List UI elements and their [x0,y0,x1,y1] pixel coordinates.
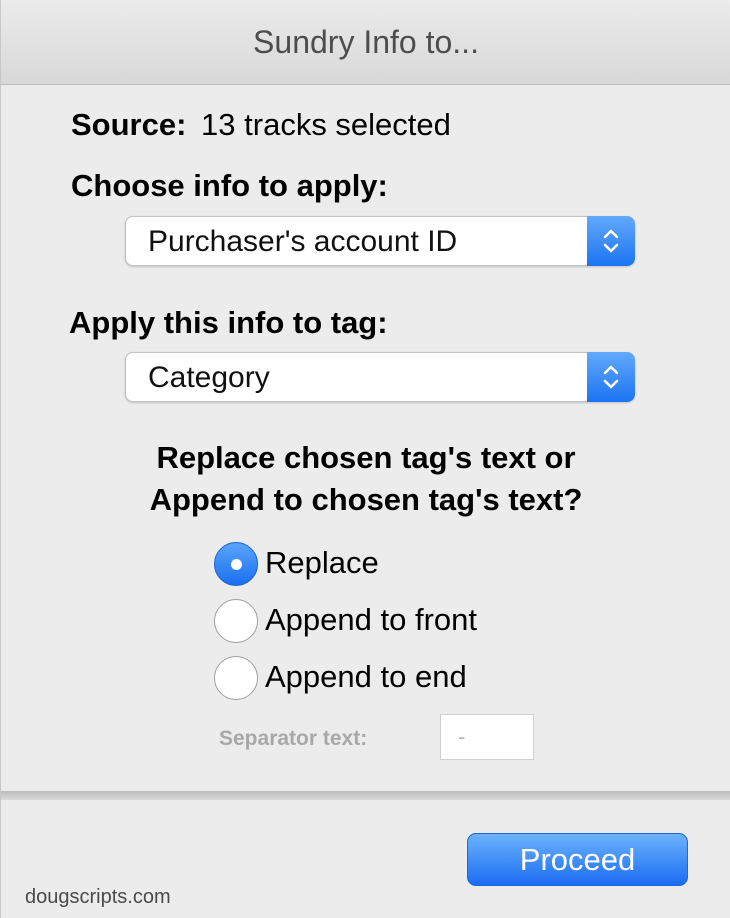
choose-info-label: Choose info to apply: [71,168,388,203]
window-title: Sundry Info to... [253,24,479,60]
tag-popup-value: Category [148,361,270,394]
radio-button[interactable] [214,656,258,700]
divider [1,791,730,800]
radio-button[interactable] [214,599,258,643]
radio-append-front-label: Append to front [265,602,477,637]
source-row: Source: 13 tracks selected [71,107,451,143]
separator-input[interactable]: - [440,714,534,760]
info-popup-button[interactable]: Purchaser's account ID [125,216,635,266]
proceed-button[interactable]: Proceed [467,833,688,886]
radio-append-end-label: Append to end [265,659,467,694]
apply-tag-label: Apply this info to tag: [69,305,388,340]
info-popup-value: Purchaser's account ID [148,225,458,258]
source-label: Source: [71,107,187,142]
title-bar[interactable]: Sundry Info to... [1,0,730,85]
radio-replace-label: Replace [265,545,379,580]
mode-question-line1: Replace chosen tag's text or [156,440,576,475]
mode-question-line2: Append to chosen tag's text? [149,482,583,517]
radio-button-selected[interactable] [214,542,258,586]
updown-arrows-icon [587,352,635,402]
separator-value: - [458,724,466,749]
updown-arrows-icon [587,216,635,266]
source-value: 13 tracks selected [201,107,451,142]
tag-popup-button[interactable]: Category [125,352,635,402]
separator-label: Separator text: [219,727,368,750]
footer-credit: dougscripts.com [25,886,171,908]
dialog-window: Sundry Info to... Source: 13 tracks sele… [0,0,730,918]
